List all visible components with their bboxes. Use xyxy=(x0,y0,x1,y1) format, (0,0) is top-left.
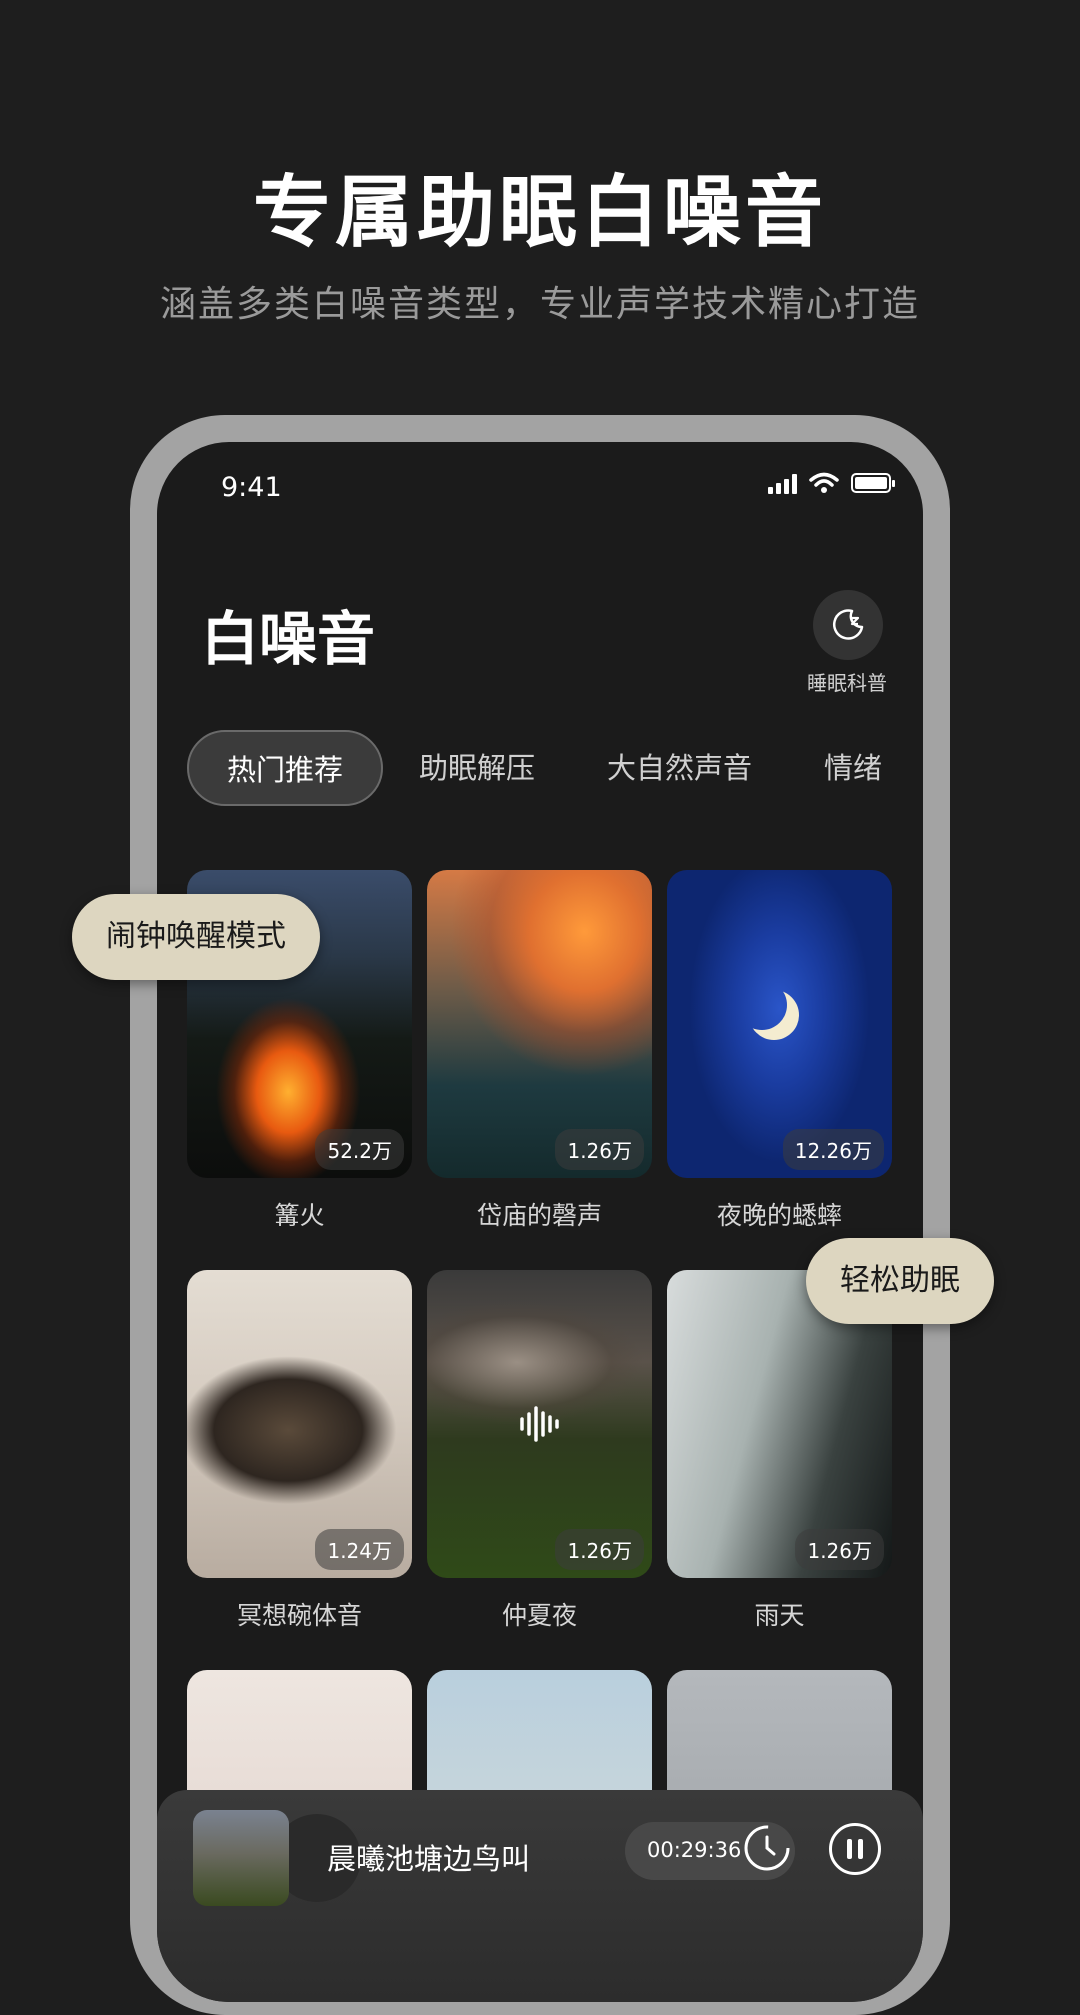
pause-icon xyxy=(858,1839,863,1859)
play-count: 12.26万 xyxy=(782,1129,884,1170)
play-count: 1.26万 xyxy=(555,1529,644,1570)
sound-card-singing-bowl[interactable]: 1.24万 冥想碗体音 xyxy=(187,1270,412,1632)
sound-thumbnail: 1.26万 xyxy=(427,1270,652,1578)
sleep-science-label: 睡眠科普 xyxy=(807,671,887,695)
sound-card-temple-chime[interactable]: 1.26万 岱庙的磬声 xyxy=(427,870,652,1232)
sound-title: 夜晚的蟋蟀 xyxy=(716,1201,842,1230)
battery-icon xyxy=(851,473,895,493)
promo-subtitle: 涵盖多类白噪音类型，专业声学技术精心打造 xyxy=(159,284,920,325)
sound-title: 雨天 xyxy=(754,1601,805,1630)
sound-title: 篝火 xyxy=(274,1201,325,1230)
tab-hot[interactable]: 热门推荐 xyxy=(187,730,384,806)
play-count: 1.26万 xyxy=(555,1129,644,1170)
sound-card-night-crickets[interactable]: 12.26万 夜晚的蟋蟀 xyxy=(667,870,892,1232)
sound-card-midsummer-night[interactable]: 1.26万 仲夏夜 xyxy=(427,1270,652,1632)
tab-mood[interactable]: 情绪 xyxy=(788,730,918,806)
tab-sleep-relax[interactable]: 助眠解压 xyxy=(383,730,571,806)
sound-card-rainy-day[interactable]: 1.26万 雨天 xyxy=(667,1270,892,1632)
clock-icon[interactable] xyxy=(742,1823,792,1873)
play-count: 52.2万 xyxy=(315,1129,404,1170)
phone-screen: 9:41 白噪音 睡眠科普 热门推荐 助眠解压 大自然声音 情绪 52.2万 篝… xyxy=(157,442,923,2002)
play-count: 1.24万 xyxy=(315,1529,404,1570)
mini-player[interactable]: 晨曦池塘边鸟叫 00:29:36 xyxy=(157,1790,923,2002)
pause-button[interactable] xyxy=(829,1823,881,1875)
wifi-icon xyxy=(809,472,839,493)
now-playing-title: 晨曦池塘边鸟叫 xyxy=(327,1842,531,1876)
play-count: 1.26万 xyxy=(795,1529,884,1570)
audio-wave-icon xyxy=(519,1406,559,1442)
easy-sleep-bubble: 轻松助眠 xyxy=(806,1238,994,1324)
timer-readout: 00:29:36 xyxy=(647,1838,742,1862)
sound-title: 仲夏夜 xyxy=(501,1601,577,1630)
sound-thumbnail: 1.26万 xyxy=(427,870,652,1178)
alarm-wake-bubble: 闹钟唤醒模式 xyxy=(72,894,320,980)
status-icons xyxy=(768,472,895,494)
signal-icon xyxy=(768,472,797,494)
sound-thumbnail: 12.26万 xyxy=(667,870,892,1178)
album-art xyxy=(193,1810,289,1906)
sound-title: 冥想碗体音 xyxy=(236,1601,362,1630)
tab-nature[interactable]: 大自然声音 xyxy=(571,730,788,806)
moon-zz-icon xyxy=(833,609,864,640)
category-tabs: 热门推荐 助眠解压 大自然声音 情绪 xyxy=(187,730,918,806)
promo-title: 专属助眠白噪音 xyxy=(252,168,827,258)
status-time: 9:41 xyxy=(221,472,282,503)
pause-icon xyxy=(847,1839,852,1859)
sound-thumbnail: 1.24万 xyxy=(187,1270,412,1578)
moon-icon xyxy=(737,980,787,1030)
sleep-science-button[interactable] xyxy=(813,590,883,660)
sound-title: 岱庙的磬声 xyxy=(476,1201,602,1230)
screen-title: 白噪音 xyxy=(201,605,376,673)
